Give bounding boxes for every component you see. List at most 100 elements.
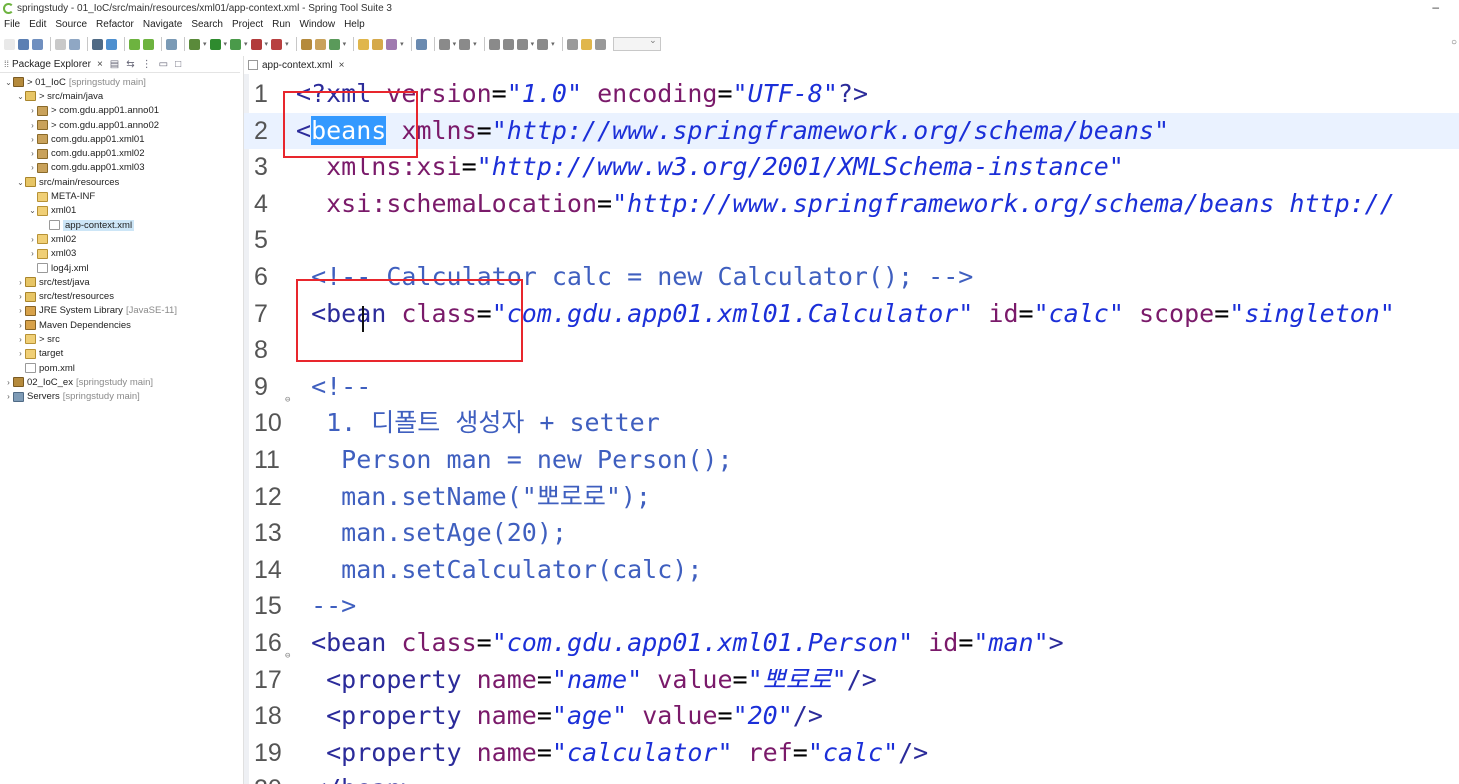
code-line[interactable]: 20 </bean> [244,771,1459,784]
chevron-right-icon[interactable]: › [4,392,13,401]
dropdown-arrow-icon[interactable]: ▾ [453,40,457,48]
tree-item[interactable]: › > src [0,332,240,346]
new-package-icon[interactable] [314,38,326,50]
chevron-right-icon[interactable]: › [16,335,25,344]
code-line[interactable]: 19 <property name="calculator" ref="calc… [244,735,1459,772]
search-icon[interactable] [415,38,427,50]
menu-project[interactable]: Project [232,19,263,30]
tree-item[interactable]: › com.gdu.app01.xml02 [0,146,240,160]
chevron-right-icon[interactable]: › [16,278,25,287]
toggle-mark-icon[interactable] [106,38,117,50]
tree-item[interactable]: › target [0,347,240,361]
quick-access-icon[interactable]: ○ [1451,37,1457,48]
chevron-right-icon[interactable]: › [28,135,37,144]
close-icon[interactable]: × [97,59,103,70]
dropdown-arrow-icon[interactable]: ▾ [224,40,228,48]
code-line[interactable]: 12 man.setName("뽀로로"); [244,479,1459,516]
tree-item[interactable]: › 02_IoC_ex [springstudy main] [0,375,240,389]
code-line[interactable]: 14 man.setCalculator(calc); [244,552,1459,589]
expand-down-icon[interactable]: ⌄ [28,206,37,215]
tree-item[interactable]: ⌄ > src/main/java [0,89,240,103]
tree-item[interactable]: › xml03 [0,247,240,261]
chevron-right-icon[interactable]: › [16,306,25,315]
code-line[interactable]: 5 [244,222,1459,259]
dropdown-arrow-icon[interactable]: ▾ [285,40,289,48]
pin-icon[interactable] [580,38,592,50]
history-forward-icon[interactable] [537,38,549,50]
tree-item[interactable]: ⌄ > 01_IoC [springstudy main] [0,75,240,89]
dropdown-arrow-icon[interactable]: ▾ [551,40,555,48]
dropdown-arrow-icon[interactable]: ▾ [343,40,347,48]
collapse-all-icon[interactable]: ▤ [110,59,119,70]
tree-item[interactable]: META-INF [0,189,240,203]
expand-down-icon[interactable]: ⌄ [16,92,25,101]
close-icon[interactable]: × [339,60,345,71]
open-perspective-icon[interactable] [566,38,578,50]
external-tools-icon[interactable] [250,38,262,50]
new-icon[interactable] [4,38,15,50]
chevron-right-icon[interactable]: › [28,121,37,130]
tree-item[interactable]: › src/test/resources [0,289,240,303]
dropdown-arrow-icon[interactable]: ▾ [400,40,404,48]
code-line[interactable]: 9 ⊖ <!-- [244,369,1459,406]
menu-file[interactable]: File [4,19,20,30]
forward-icon[interactable] [502,38,514,50]
menu-help[interactable]: Help [344,19,365,30]
open-file-icon[interactable] [372,38,384,50]
brush-icon[interactable] [386,38,398,50]
history-back-icon[interactable] [516,38,528,50]
menu-run[interactable]: Run [272,19,290,30]
back-icon[interactable] [488,38,500,50]
chevron-right-icon[interactable]: › [16,321,25,330]
chevron-right-icon[interactable]: › [28,163,37,172]
dropdown-arrow-icon[interactable]: ▾ [473,40,477,48]
open-folder-icon[interactable] [358,38,370,50]
next-annotation-icon[interactable] [438,38,450,50]
run-icon[interactable] [209,38,221,50]
chevron-right-icon[interactable]: › [28,235,37,244]
chevron-right-icon[interactable]: › [28,149,37,158]
code-line[interactable]: 2 <beans xmlns="http://www.springframewor… [244,112,1459,150]
dropdown-arrow-icon[interactable]: ▾ [203,40,207,48]
new-java-project-icon[interactable] [300,38,312,50]
code-line[interactable]: 17 <property name="name" value="뽀로로"/> [244,662,1459,699]
server-icon[interactable] [271,38,283,50]
tree-item[interactable]: › com.gdu.app01.xml01 [0,132,240,146]
spring-refresh-icon[interactable] [143,38,154,50]
package-explorer-tab[interactable]: ⁞⁞ Package Explorer × ▤ ⇆ ⋮ ▭ □ [0,56,240,73]
expand-down-icon[interactable]: ⌄ [4,78,13,87]
skip-breakpoints-icon[interactable] [166,38,177,50]
tree-item[interactable]: › > com.gdu.app01.anno02 [0,118,240,132]
tree-item[interactable]: app-context.xml [0,218,240,232]
view-menu-icon[interactable]: ⋮ [142,59,152,70]
terminal-icon[interactable] [92,38,103,50]
tree-item[interactable]: › > com.gdu.app01.anno01 [0,104,240,118]
chevron-right-icon[interactable]: › [28,249,37,258]
chevron-right-icon[interactable]: › [28,106,37,115]
tree-item[interactable]: log4j.xml [0,261,240,275]
menu-navigate[interactable]: Navigate [143,19,182,30]
grid-icon[interactable] [594,38,606,50]
expand-down-icon[interactable]: ⌄ [16,178,25,187]
code-line[interactable]: 16 ⊖ <bean class="com.gdu.app01.xml01.Per… [244,625,1459,662]
menu-edit[interactable]: Edit [29,19,46,30]
prev-annotation-icon[interactable] [459,38,471,50]
tree-item[interactable]: pom.xml [0,361,240,375]
editor-tab-app-context-xml[interactable]: app-context.xml × [244,56,1459,74]
menu-search[interactable]: Search [191,19,223,30]
tree-item[interactable]: ⌄ xml01 [0,204,240,218]
code-line[interactable]: 4 xsi:schemaLocation="http://www.springf… [244,186,1459,223]
chevron-right-icon[interactable]: › [4,378,13,387]
open-type-icon[interactable] [69,38,80,50]
link-with-editor-icon[interactable]: ⇆ [126,59,134,70]
coverage-icon[interactable] [230,38,242,50]
toolbar-combo[interactable] [612,35,661,51]
new-class-icon[interactable] [328,38,340,50]
maximize-view-icon[interactable]: □ [175,59,181,70]
menu-window[interactable]: Window [299,19,335,30]
dropdown-arrow-icon[interactable]: ▾ [244,40,248,48]
tree-item[interactable]: ⌄ src/main/resources [0,175,240,189]
code-line[interactable]: 11 Person man = new Person(); [244,442,1459,479]
dropdown-arrow-icon[interactable]: ▾ [265,40,269,48]
code-line[interactable]: 13 man.setAge(20); [244,515,1459,552]
